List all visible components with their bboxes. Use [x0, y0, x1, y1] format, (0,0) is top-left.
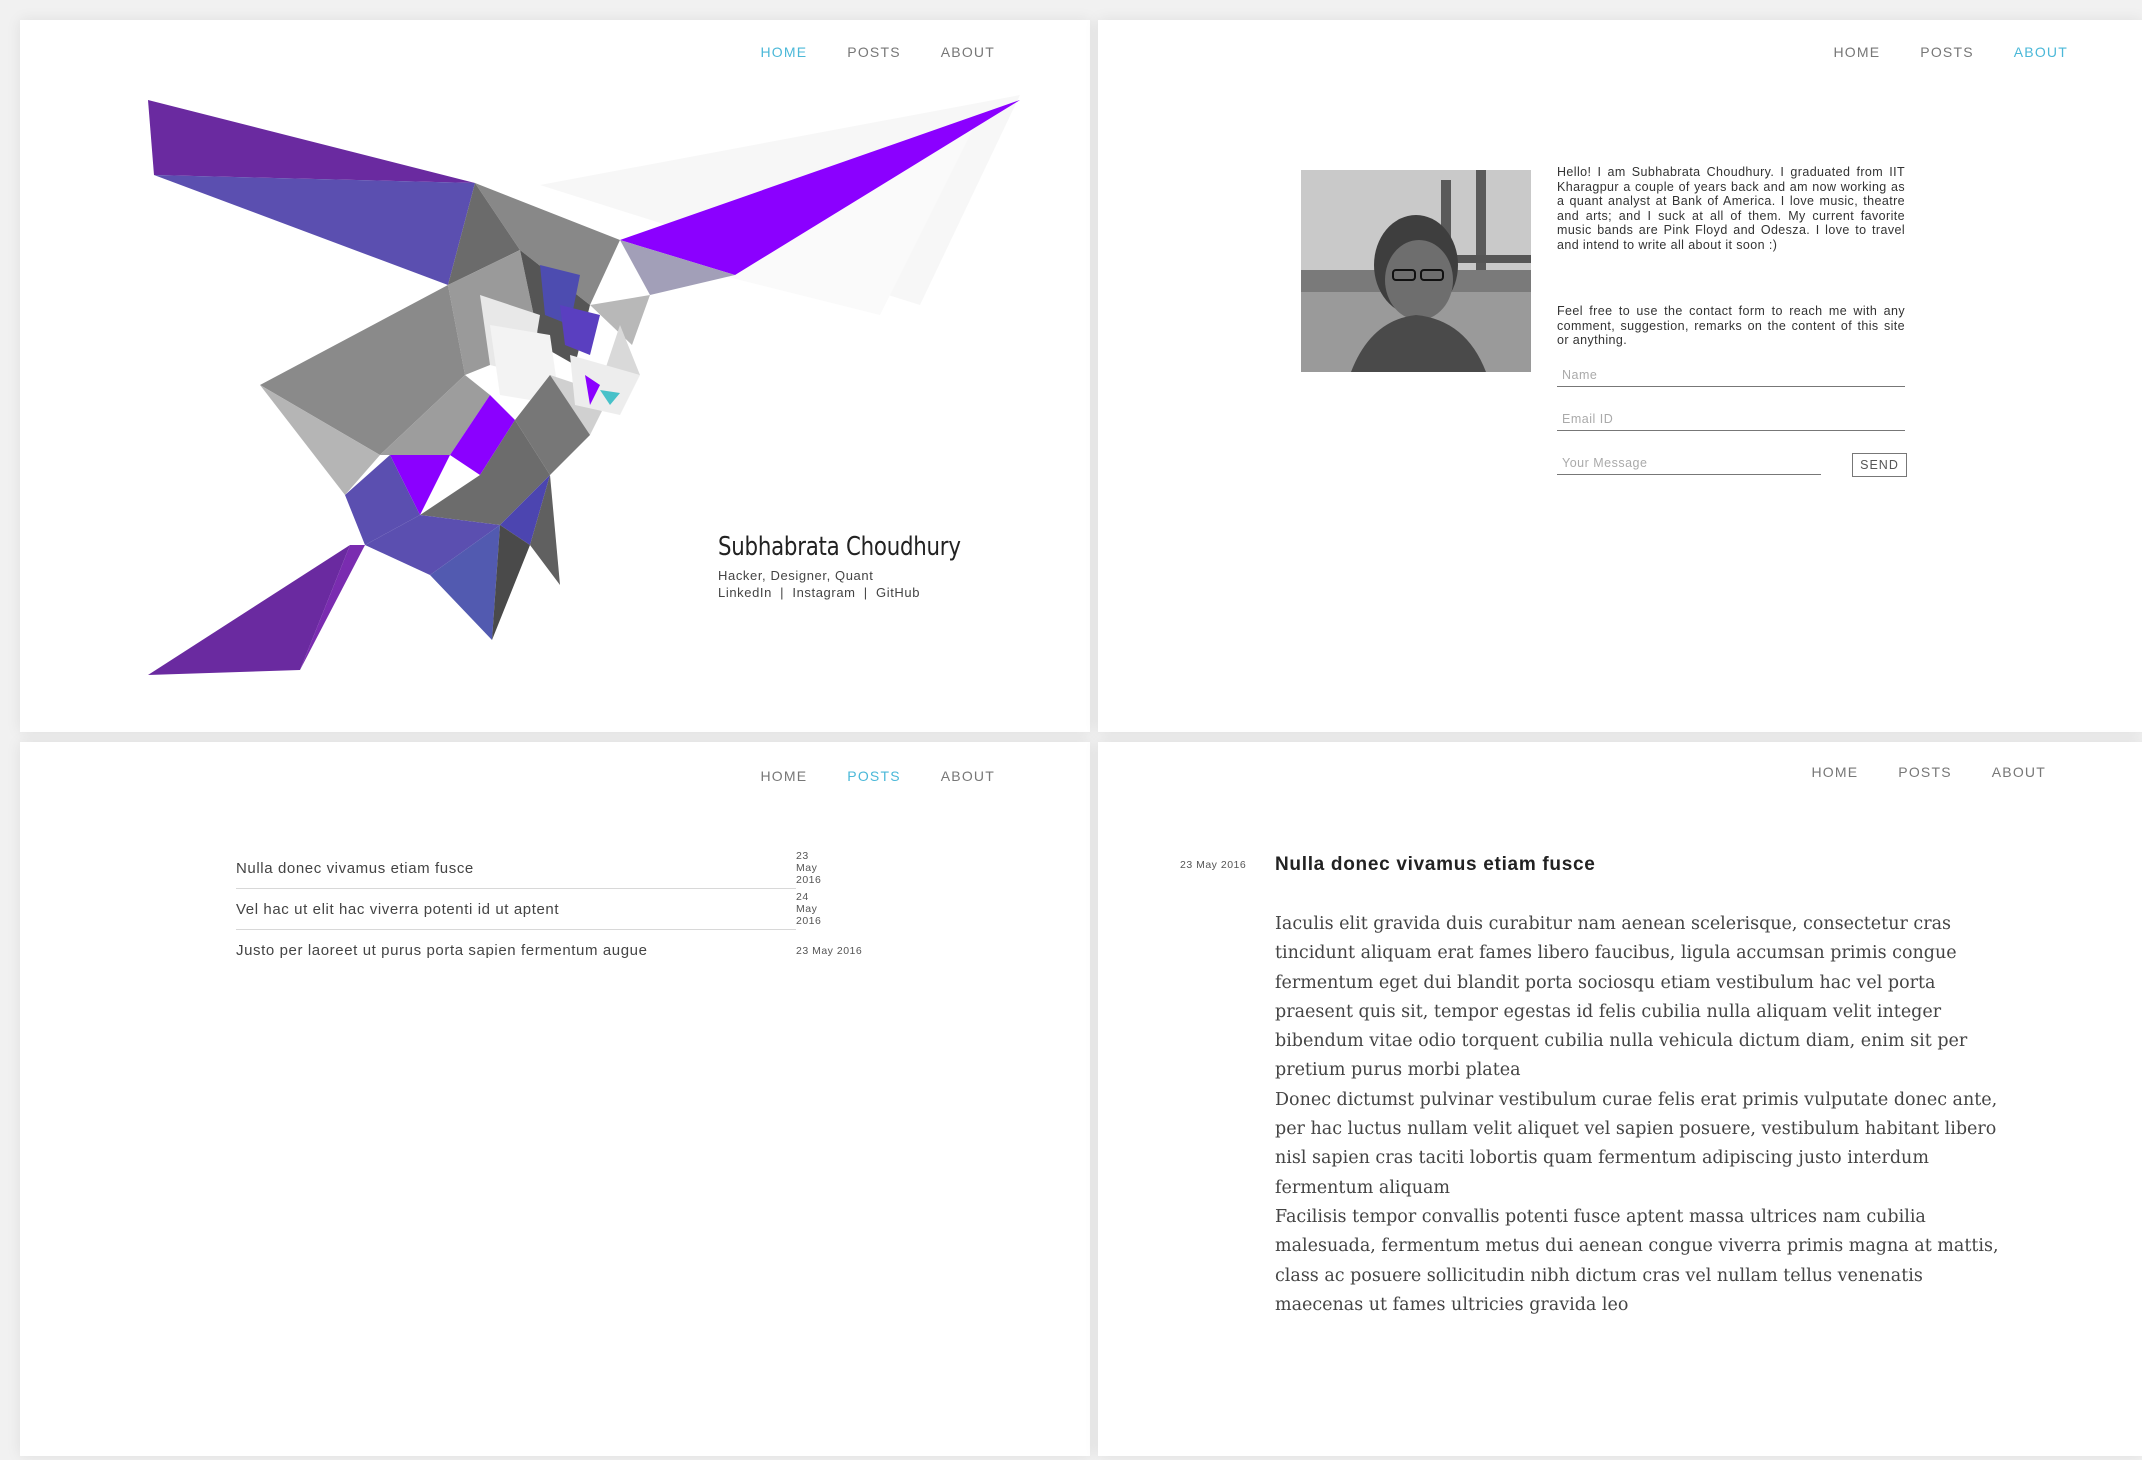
- nav-posts-link[interactable]: POSTS: [1898, 764, 1951, 780]
- linkedin-link[interactable]: LinkedIn: [718, 585, 772, 600]
- list-item[interactable]: Justo per laoreet ut purus porta sapien …: [236, 930, 866, 971]
- link-separator: |: [863, 585, 868, 600]
- post-list: Nulla donec vivamus etiam fusce 23 May 2…: [236, 848, 866, 971]
- message-field[interactable]: [1557, 452, 1821, 475]
- nav-about-link[interactable]: ABOUT: [2014, 44, 2068, 60]
- list-item[interactable]: Nulla donec vivamus etiam fusce 23 May 2…: [236, 848, 821, 889]
- email-field[interactable]: [1557, 408, 1905, 431]
- post-detail-body: Iaculis elit gravida duis curabitur nam …: [1275, 910, 2015, 1320]
- home-nav: HOME POSTS ABOUT: [720, 44, 995, 60]
- profile-photo-image: [1301, 170, 1531, 372]
- send-button[interactable]: SEND: [1852, 453, 1907, 477]
- hero-name: Subhabrata Choudhury: [718, 532, 961, 562]
- posts-page-panel: HOME POSTS ABOUT Nulla donec vivamus eti…: [20, 742, 1090, 1456]
- post-date: 23 May 2016: [796, 850, 822, 886]
- post-detail-title: Nulla donec vivamus etiam fusce: [1275, 854, 1596, 875]
- nav-home-link[interactable]: HOME: [1833, 44, 1880, 60]
- post-date: 24 May 2016: [796, 891, 822, 927]
- post-detail-panel: HOME POSTS ABOUT 23 May 2016 Nulla donec…: [1098, 742, 2142, 1456]
- post-title[interactable]: Nulla donec vivamus etiam fusce: [236, 860, 474, 877]
- about-bio: Hello! I am Subhabrata Choudhury. I grad…: [1557, 165, 1905, 252]
- nav-posts-link[interactable]: POSTS: [847, 768, 900, 784]
- instagram-link[interactable]: Instagram: [792, 585, 855, 600]
- social-links: LinkedIn | Instagram | GitHub: [718, 585, 924, 600]
- hero-tagline: Hacker, Designer, Quant: [718, 568, 874, 583]
- post-date: 23 May 2016: [796, 944, 863, 957]
- home-page-panel: HOME POSTS ABOUT Subhabrata Choudhury Ha…: [20, 20, 1090, 732]
- contact-note: Feel free to use the contact form to rea…: [1557, 304, 1905, 347]
- about-page-panel: HOME POSTS ABOUT Hello! I am Subhabrata …: [1098, 20, 2142, 732]
- name-field[interactable]: [1557, 364, 1905, 387]
- nav-posts-link[interactable]: POSTS: [847, 44, 900, 60]
- github-link[interactable]: GitHub: [876, 585, 920, 600]
- nav-home-link[interactable]: HOME: [1811, 764, 1858, 780]
- posts-nav: HOME POSTS ABOUT: [720, 768, 995, 784]
- low-poly-portrait-art: [148, 95, 1020, 675]
- nav-about-link[interactable]: ABOUT: [941, 768, 995, 784]
- nav-home-link[interactable]: HOME: [760, 768, 807, 784]
- post-detail-nav: HOME POSTS ABOUT: [1771, 764, 2046, 780]
- nav-home-link[interactable]: HOME: [760, 44, 807, 60]
- post-paragraph: Facilisis tempor convallis potenti fusce…: [1275, 1206, 1999, 1315]
- post-title[interactable]: Justo per laoreet ut purus porta sapien …: [236, 942, 648, 959]
- nav-about-link[interactable]: ABOUT: [941, 44, 995, 60]
- profile-photo: [1301, 170, 1531, 372]
- list-item[interactable]: Vel hac ut elit hac viverra potenti id u…: [236, 889, 821, 930]
- link-separator: |: [780, 585, 785, 600]
- post-paragraph: Donec dictumst pulvinar vestibulum curae…: [1275, 1089, 1998, 1198]
- post-paragraph: Iaculis elit gravida duis curabitur nam …: [1275, 914, 1968, 1081]
- post-title[interactable]: Vel hac ut elit hac viverra potenti id u…: [236, 901, 559, 918]
- nav-about-link[interactable]: ABOUT: [1992, 764, 2046, 780]
- about-nav: HOME POSTS ABOUT: [1793, 44, 2068, 60]
- post-detail-date: 23 May 2016: [1180, 859, 1247, 871]
- nav-posts-link[interactable]: POSTS: [1920, 44, 1973, 60]
